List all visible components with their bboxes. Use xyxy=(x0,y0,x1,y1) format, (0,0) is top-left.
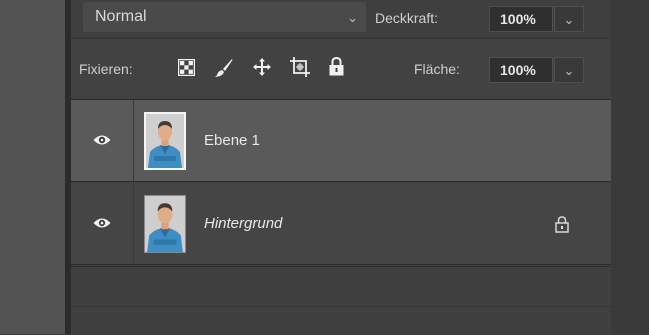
lock-transparent-pixels-icon[interactable] xyxy=(178,59,195,76)
blend-opacity-row: Normal ⌄ Deckkraft: 100% ⌄ xyxy=(71,0,611,39)
empty-layers-area xyxy=(71,266,611,335)
portrait-thumbnail-image xyxy=(146,114,184,168)
blend-mode-value: Normal xyxy=(95,8,147,25)
panel-scrollbar-area[interactable] xyxy=(611,0,649,334)
visibility-toggle[interactable] xyxy=(71,100,134,181)
chevron-down-icon: ⌄ xyxy=(347,10,358,25)
layer-lock-icon[interactable] xyxy=(555,216,569,233)
portrait-thumbnail-image xyxy=(145,196,185,252)
left-gutter xyxy=(0,0,65,334)
lock-all-icon[interactable] xyxy=(329,57,344,76)
layer-name[interactable]: Ebene 1 xyxy=(204,132,260,149)
opacity-label: Deckkraft: xyxy=(375,10,439,26)
lock-artboard-icon[interactable] xyxy=(289,57,311,78)
blend-mode-select[interactable]: Normal ⌄ xyxy=(83,2,366,32)
opacity-field[interactable]: 100% xyxy=(489,6,553,32)
lock-fill-row: Fixieren: Fläche: 100% ⌄ xyxy=(71,39,611,100)
eye-icon[interactable] xyxy=(93,134,111,146)
fill-dropdown-button[interactable]: ⌄ xyxy=(554,57,584,83)
lock-label: Fixieren: xyxy=(79,61,133,77)
layer-row-hintergrund[interactable]: Hintergrund xyxy=(71,183,611,265)
visibility-toggle[interactable] xyxy=(71,183,134,264)
lock-position-icon[interactable] xyxy=(253,58,271,76)
layer-row-ebene-1[interactable]: Ebene 1 xyxy=(71,100,611,182)
layer-thumbnail[interactable] xyxy=(144,112,186,170)
lock-image-pixels-icon[interactable] xyxy=(215,58,233,77)
fill-field[interactable]: 100% xyxy=(489,57,553,83)
eye-icon[interactable] xyxy=(93,217,111,229)
layer-thumbnail[interactable] xyxy=(144,195,186,253)
opacity-dropdown-button[interactable]: ⌄ xyxy=(554,6,584,32)
divider xyxy=(71,306,611,307)
fill-label: Fläche: xyxy=(414,61,460,77)
layer-name[interactable]: Hintergrund xyxy=(204,215,282,232)
